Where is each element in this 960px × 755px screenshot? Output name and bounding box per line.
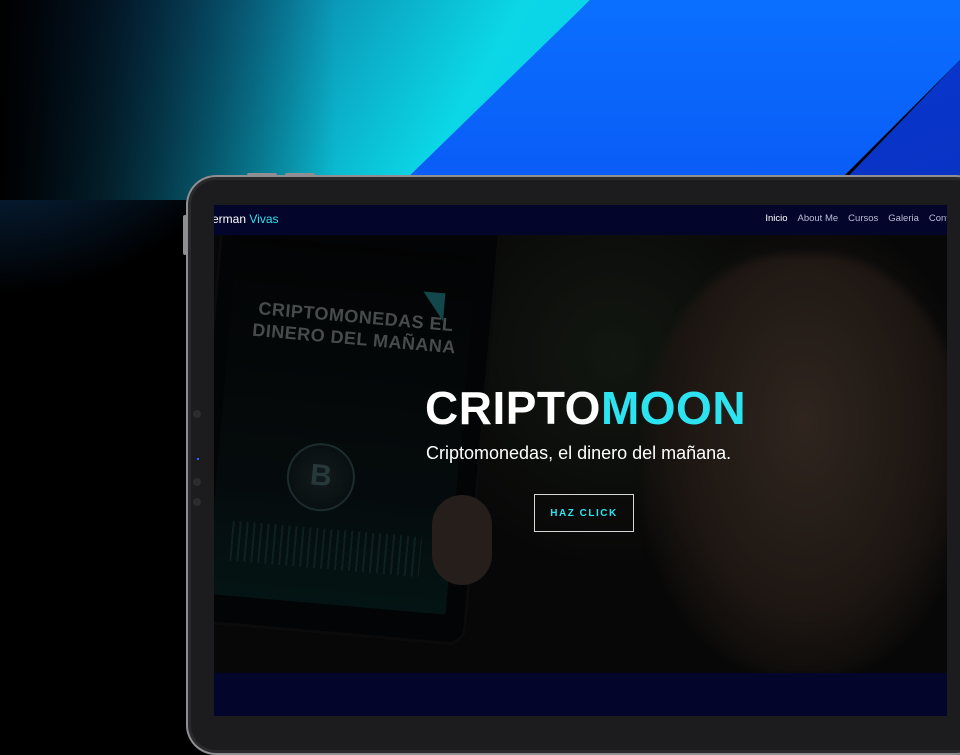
tablet-side-button [183, 215, 187, 255]
brand-first: erman [214, 212, 247, 226]
nav-link-inicio[interactable]: Inicio [765, 213, 787, 224]
brand-second: Vivas [249, 212, 279, 226]
hero-section: CRIPTOMONEDAS EL DINERO DEL MAÑANA B CRI… [214, 235, 947, 673]
hero-content: CRIPTOMOON Criptomonedas, el dinero del … [214, 235, 947, 673]
tablet-sensor [193, 478, 201, 486]
hero-title-white: CRIPTO [425, 382, 601, 434]
hero-subtitle: Criptomonedas, el dinero del mañana. [426, 443, 732, 463]
tablet-camera-dot [197, 458, 199, 460]
nav-link-cursos[interactable]: Cursos [848, 213, 878, 224]
nav-links: Inicio About Me Cursos Galeria Contac [765, 213, 947, 224]
nav-link-galeria[interactable]: Galeria [888, 213, 919, 224]
tablet-screen: erman Vivas Inicio About Me Cursos Galer… [214, 205, 947, 716]
next-section-strip [214, 673, 947, 716]
nav-link-about[interactable]: About Me [798, 213, 839, 224]
haz-click-button[interactable]: HAZ CLICK [534, 494, 634, 532]
site-brand[interactable]: erman Vivas [214, 212, 279, 226]
tablet-sensor [193, 498, 201, 506]
nav-link-contact[interactable]: Contac [929, 213, 947, 224]
tablet-sensor [193, 410, 201, 418]
hero-title-accent: MOON [600, 382, 747, 434]
hero-title: CRIPTOMOON [425, 381, 746, 435]
site-navbar: erman Vivas Inicio About Me Cursos Galer… [214, 205, 947, 235]
